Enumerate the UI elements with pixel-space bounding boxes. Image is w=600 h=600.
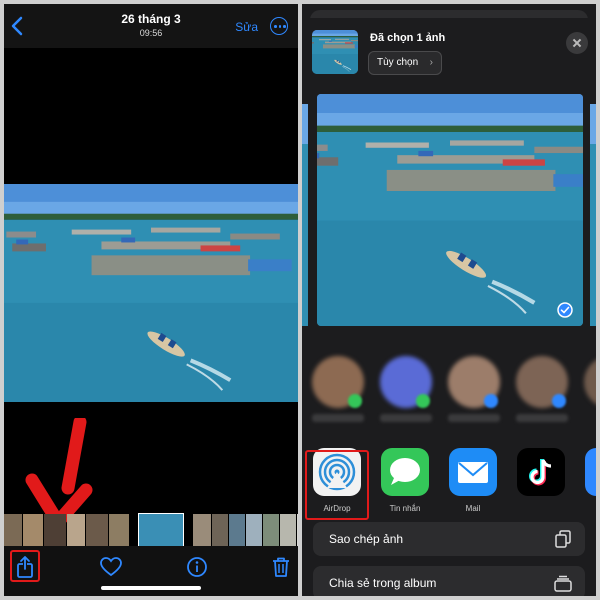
copy-icon xyxy=(555,530,571,548)
chevron-right-icon: › xyxy=(429,57,433,68)
messages-icon xyxy=(390,458,420,485)
screenshot-frame: 26 tháng 3 09:56 Sửa Đã chọn 1 ảnh Tùy c… xyxy=(0,0,600,600)
more-options-icon[interactable] xyxy=(270,17,288,35)
photo-viewer-screen: 26 tháng 3 09:56 Sửa xyxy=(4,4,298,596)
messages-app-button[interactable] xyxy=(381,448,429,496)
airdrop-highlight-box xyxy=(305,450,369,520)
share-album-label: Chia sẻ trong album xyxy=(329,576,437,590)
mail-label: Mail xyxy=(465,504,481,513)
close-icon[interactable] xyxy=(566,32,588,54)
options-label: Tùy chọn xyxy=(377,57,419,68)
thumbnail-strip[interactable] xyxy=(4,513,298,547)
share-preview-photo[interactable] xyxy=(317,94,583,326)
trash-icon[interactable] xyxy=(268,554,294,580)
share-sheet-screen: Đã chọn 1 ảnh Tùy chọn › AirDrop Tin nhắ… xyxy=(302,4,596,596)
adjacent-photo-left[interactable] xyxy=(302,104,308,326)
edit-button[interactable]: Sửa xyxy=(235,20,258,34)
suggested-contacts-row xyxy=(302,356,596,436)
viewer-toolbar xyxy=(4,546,298,596)
mail-app-button[interactable] xyxy=(449,448,497,496)
adjacent-photo-right[interactable] xyxy=(590,104,596,326)
copy-photo-label: Sao chép ảnh xyxy=(329,532,404,546)
selected-count-label: Đã chọn 1 ảnh xyxy=(370,32,446,44)
options-button[interactable]: Tùy chọn › xyxy=(368,51,442,75)
mail-icon xyxy=(458,462,488,483)
tiktok-app-button[interactable] xyxy=(517,448,565,496)
shared-album-icon xyxy=(554,575,572,592)
selected-checkmark-icon[interactable] xyxy=(557,302,573,318)
share-icon[interactable] xyxy=(12,554,38,580)
home-indicator xyxy=(101,586,201,590)
tiktok-icon xyxy=(529,459,552,486)
heart-icon[interactable] xyxy=(98,554,124,580)
info-icon[interactable] xyxy=(184,554,210,580)
selected-thumbnail xyxy=(312,30,358,74)
share-sheet: Đã chọn 1 ảnh Tùy chọn › AirDrop Tin nhắ… xyxy=(302,18,596,596)
contact-avatar[interactable] xyxy=(584,356,596,408)
messages-label: Tin nhắn xyxy=(389,504,421,513)
viewer-header: 26 tháng 3 09:56 Sửa xyxy=(4,4,298,48)
main-photo[interactable] xyxy=(4,184,298,402)
copy-photo-action[interactable]: Sao chép ảnh xyxy=(313,522,585,556)
share-album-action[interactable]: Chia sẻ trong album xyxy=(313,566,585,596)
app-button-partial[interactable] xyxy=(585,448,596,496)
